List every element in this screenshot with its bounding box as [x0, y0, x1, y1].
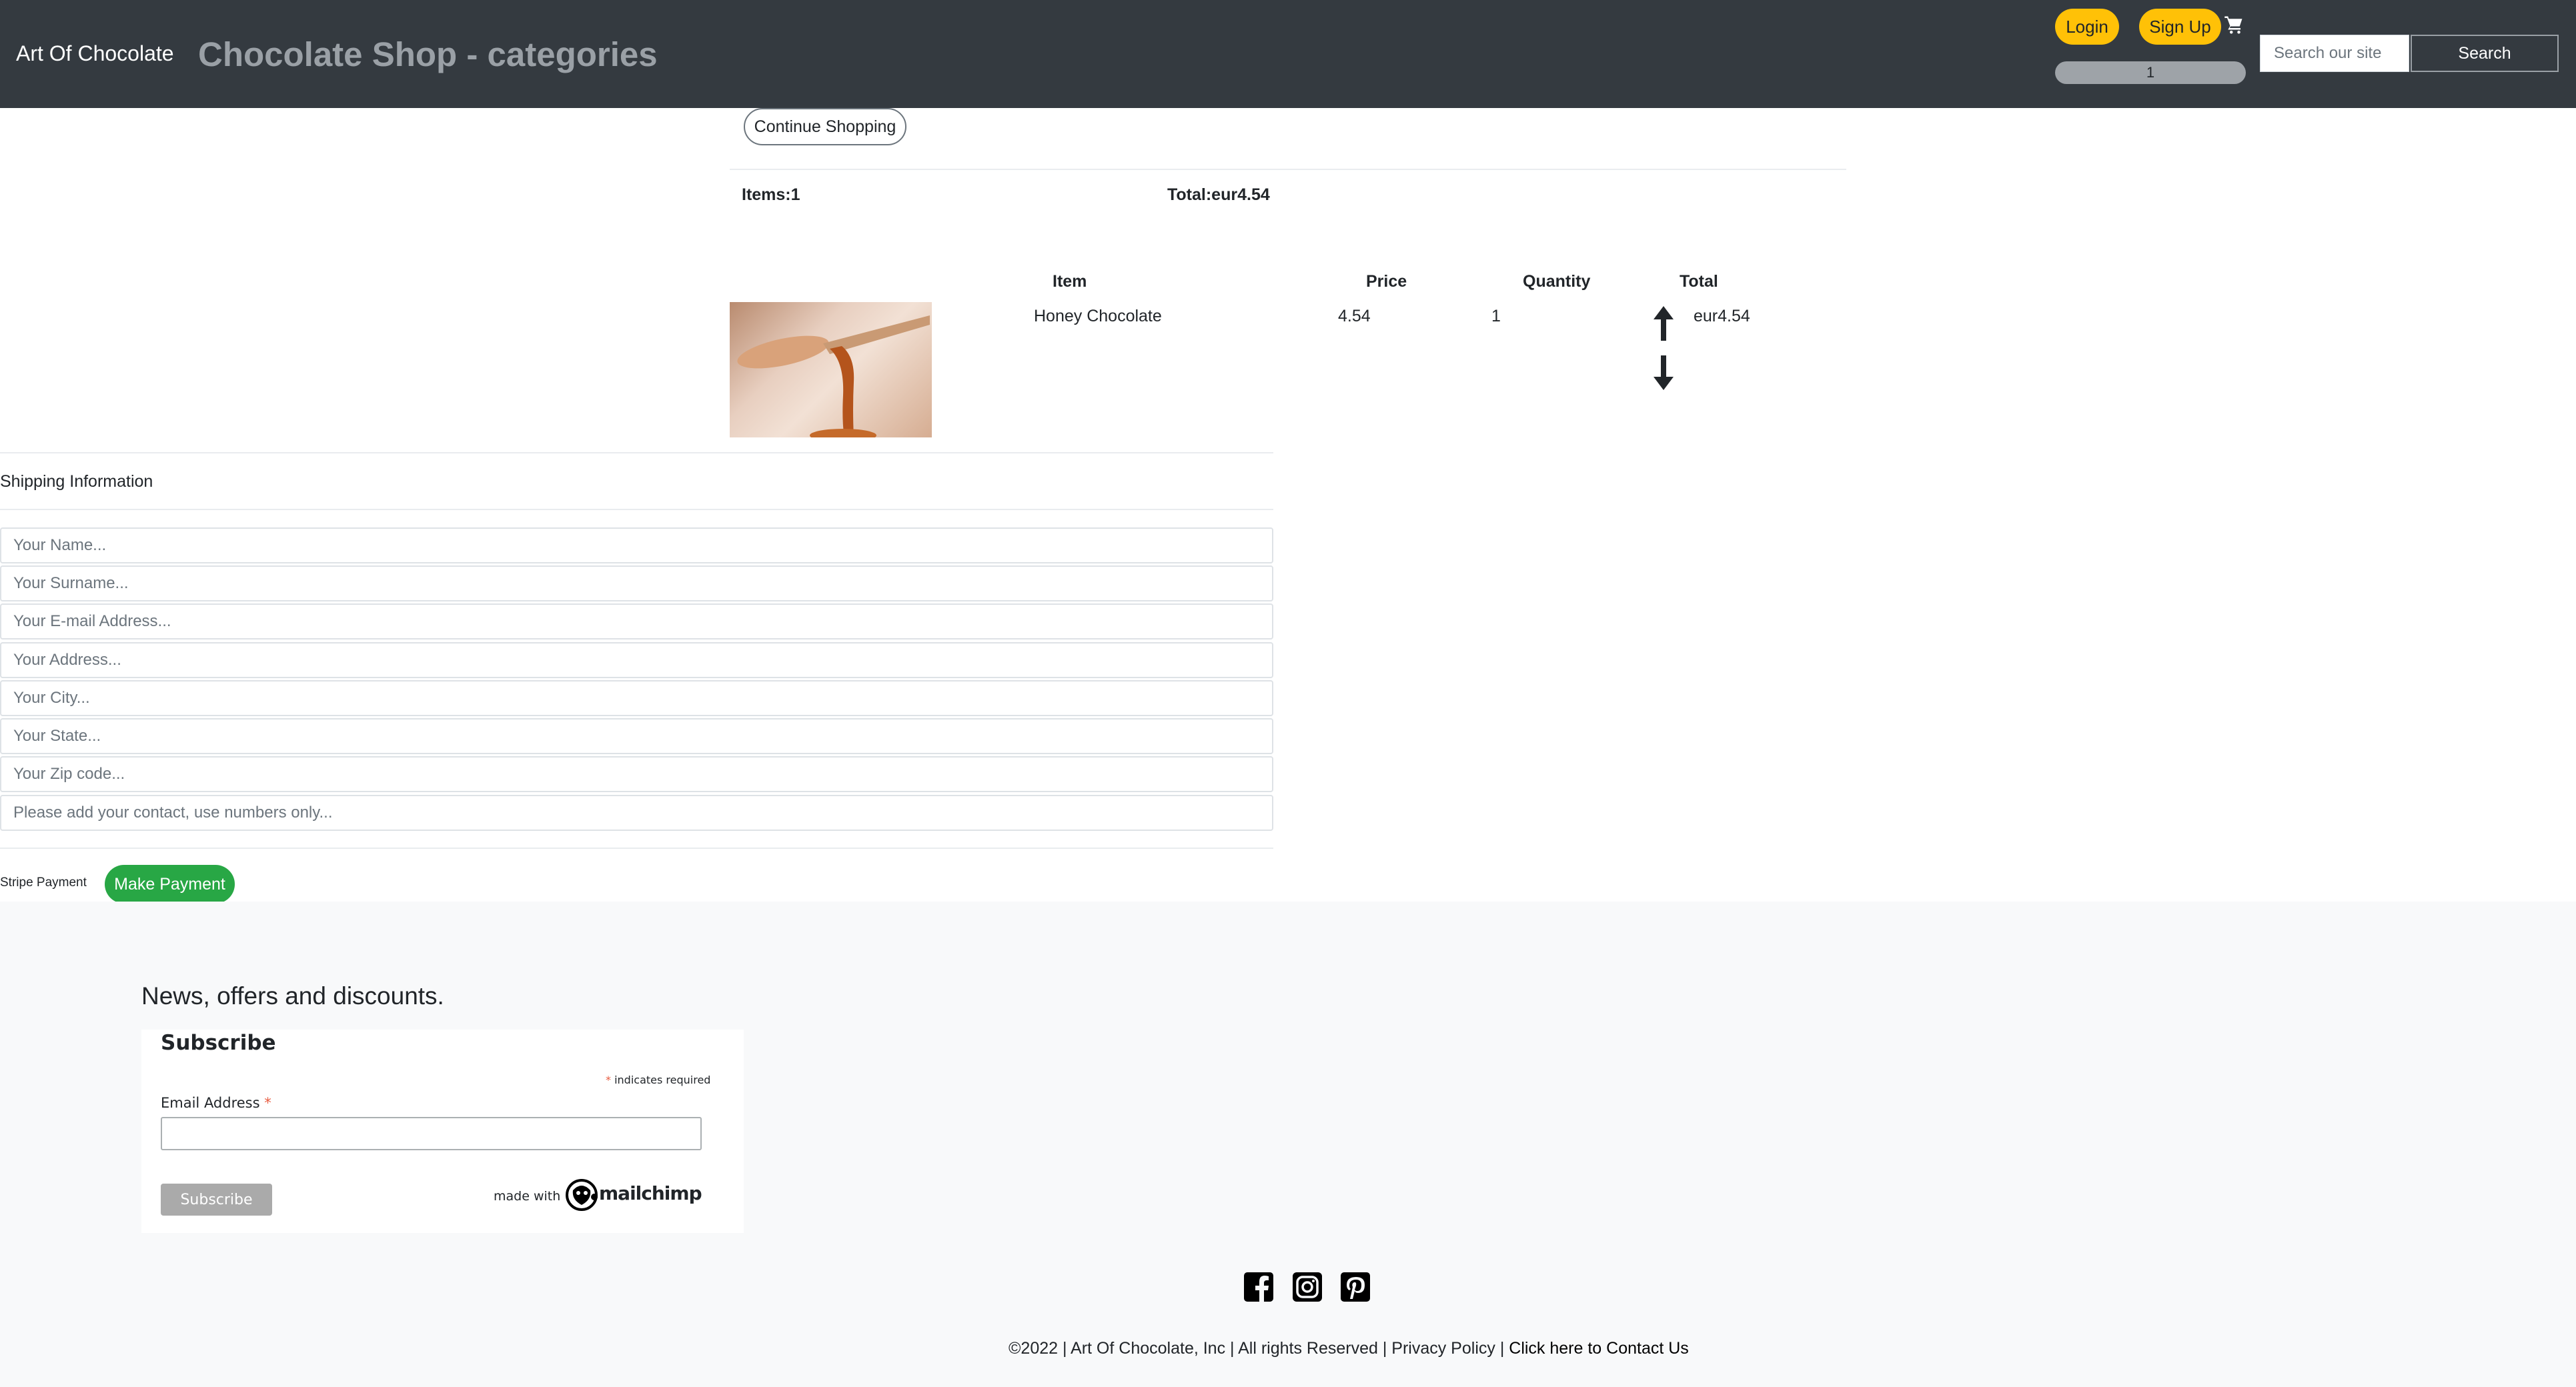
search-input[interactable]: Search our site	[2260, 35, 2409, 72]
brand-link[interactable]: Art Of Chocolate	[16, 41, 174, 66]
stripe-payment-label: Stripe Payment	[0, 876, 87, 890]
cart-count-badge[interactable]: 1	[2055, 61, 2246, 84]
product-image-honey-chocolate	[730, 302, 932, 437]
separator: |	[1495, 1339, 1509, 1358]
cart-item-name: Honey Chocolate	[1034, 307, 1162, 325]
made-with-label: made with	[494, 1189, 561, 1204]
arrow-up-icon[interactable]	[1654, 306, 1674, 341]
news-heading: News, offers and discounts.	[141, 982, 444, 1010]
newsletter-email-input[interactable]	[161, 1117, 702, 1150]
cart-items-count: Items:1	[742, 185, 800, 204]
surname-field[interactable]: Your Surname...	[0, 565, 1273, 601]
contact-field[interactable]: Please add your contact, use numbers onl…	[0, 795, 1273, 831]
city-field[interactable]: Your City...	[0, 680, 1273, 716]
divider	[0, 509, 1273, 510]
email-label-text: Email Address	[161, 1095, 260, 1111]
make-payment-button[interactable]: Make Payment	[105, 865, 235, 904]
search-button[interactable]: Search	[2411, 35, 2559, 72]
divider	[0, 452, 1273, 453]
required-note: * indicates required	[606, 1074, 710, 1086]
column-header-quantity: Quantity	[1523, 272, 1591, 291]
divider	[730, 169, 1846, 170]
address-field[interactable]: Your Address...	[0, 642, 1273, 678]
copyright-text: ©2022 | Art Of Chocolate, Inc | All righ…	[1009, 1339, 1392, 1358]
cart-item-total: eur4.54	[1694, 307, 1750, 325]
zip-field[interactable]: Your Zip code...	[0, 756, 1273, 792]
subscribe-title: Subscribe	[161, 1031, 276, 1055]
privacy-policy-link[interactable]: Privacy Policy	[1391, 1339, 1495, 1358]
email-field[interactable]: Your E-mail Address...	[0, 603, 1273, 639]
facebook-icon[interactable]	[1244, 1272, 1273, 1302]
cart-item-quantity: 1	[1491, 307, 1501, 325]
contact-us-link[interactable]: Click here to Contact Us	[1509, 1339, 1689, 1358]
required-note-text: indicates required	[614, 1074, 711, 1086]
email-address-label: Email Address *	[161, 1095, 271, 1111]
shopping-cart-icon[interactable]	[2224, 15, 2244, 35]
login-button[interactable]: Login	[2055, 9, 2119, 45]
cart-item-price: 4.54	[1338, 307, 1371, 325]
subscribe-button[interactable]: Subscribe	[161, 1184, 272, 1216]
mailchimp-logo-icon[interactable]	[565, 1177, 598, 1212]
column-header-item: Item	[1053, 272, 1087, 291]
column-header-total: Total	[1680, 272, 1718, 291]
required-star: *	[606, 1074, 611, 1086]
instagram-icon[interactable]	[1293, 1272, 1322, 1302]
copyright: ©2022 | Art Of Chocolate, Inc | All righ…	[1009, 1339, 1689, 1358]
page-title: Chocolate Shop - categories	[198, 35, 658, 73]
continue-shopping-button[interactable]: Continue Shopping	[744, 108, 906, 145]
state-field[interactable]: Your State...	[0, 718, 1273, 754]
divider	[0, 848, 1273, 849]
column-header-price: Price	[1366, 272, 1407, 291]
arrow-down-icon[interactable]	[1654, 355, 1674, 390]
cart-total: Total:eur4.54	[1167, 185, 1270, 204]
mailchimp-logo-text[interactable]: mailchimp	[599, 1182, 702, 1204]
name-field[interactable]: Your Name...	[0, 527, 1273, 563]
pinterest-icon[interactable]	[1341, 1272, 1370, 1302]
shipping-title: Shipping Information	[0, 472, 153, 491]
signup-button[interactable]: Sign Up	[2139, 9, 2221, 45]
required-star: *	[264, 1095, 271, 1111]
